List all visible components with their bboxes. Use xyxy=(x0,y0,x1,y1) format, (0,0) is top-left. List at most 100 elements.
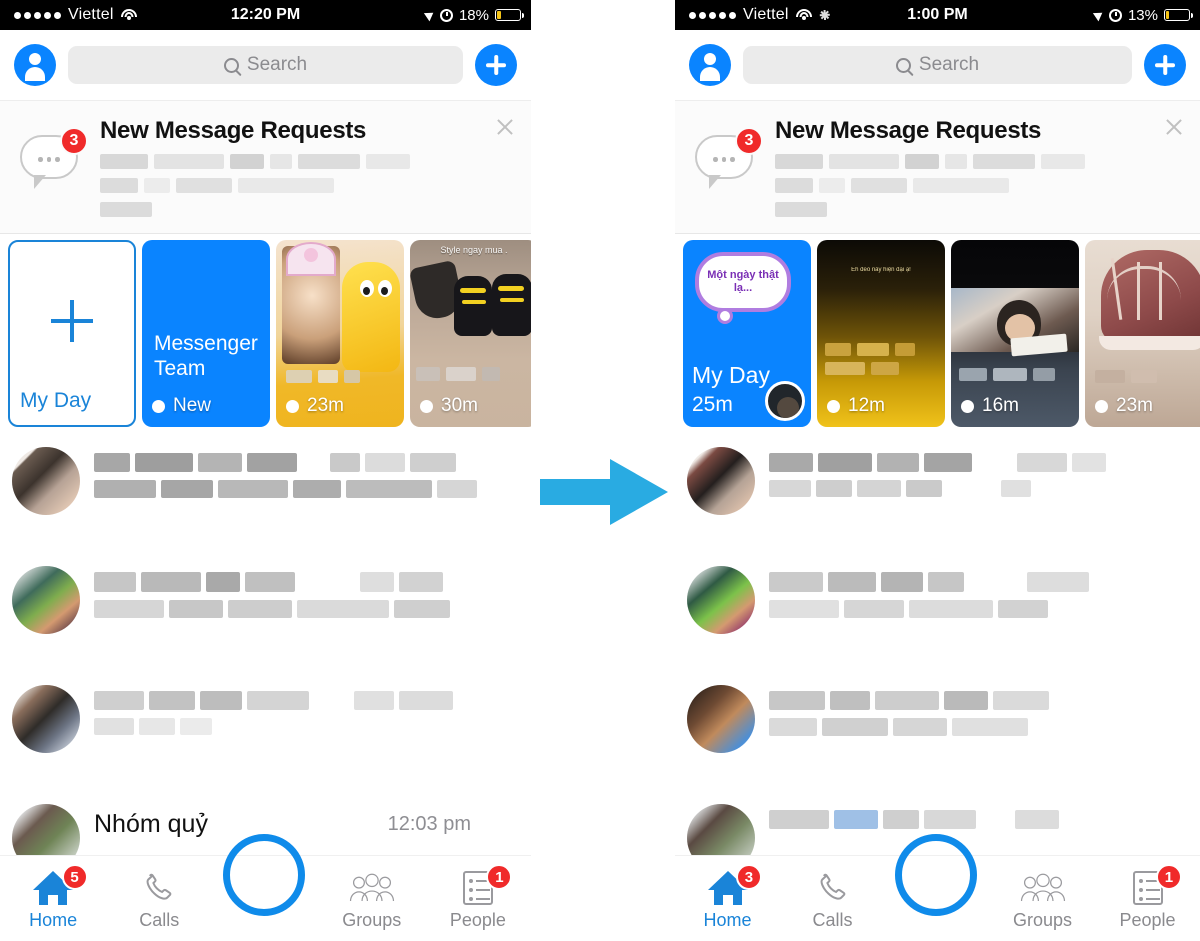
redacted-preview-line-3 xyxy=(775,202,1186,217)
redacted-name-line xyxy=(94,691,517,710)
redacted-message-line xyxy=(769,718,1186,736)
story-thumbnail[interactable]: 23m xyxy=(1085,240,1200,427)
search-icon xyxy=(895,57,911,73)
home-badge: 3 xyxy=(735,864,762,890)
chat-bubble-icon: 3 xyxy=(14,127,88,191)
avatar xyxy=(12,685,80,753)
status-bar: Viettel 1:00 PM 13% xyxy=(675,0,1200,30)
home-icon: 5 xyxy=(0,864,106,908)
redacted-story-caption xyxy=(286,370,360,383)
close-icon[interactable] xyxy=(1164,117,1184,137)
unseen-dot-icon xyxy=(286,399,299,413)
tab-label: Home xyxy=(29,910,78,930)
unseen-dot-icon xyxy=(1095,399,1108,413)
bottom-tab-bar[interactable]: 3 Home Calls Groups 1 People xyxy=(675,834,1200,941)
story-footer: 30m xyxy=(420,395,478,417)
redacted-message-line xyxy=(94,600,517,618)
conversation-row[interactable] xyxy=(675,433,1200,552)
compose-new-message-button[interactable] xyxy=(475,44,517,86)
redacted-message-line xyxy=(94,718,517,735)
story-my-day[interactable]: Một ngày thật lạ... My Day 25m xyxy=(683,240,811,427)
redacted-name-line xyxy=(769,572,1186,592)
tab-label: Groups xyxy=(1012,910,1073,930)
tab-calls[interactable]: Calls xyxy=(780,868,885,931)
tab-people[interactable]: 1 People xyxy=(425,864,531,931)
story-thumbnail[interactable]: 16m xyxy=(951,240,1079,427)
redacted-name-line xyxy=(769,691,1186,710)
battery-percent-label: 18% xyxy=(458,6,489,24)
tab-groups[interactable]: Groups xyxy=(990,868,1095,931)
story-thumbnail[interactable]: 23m xyxy=(276,240,404,427)
tab-label: Calls xyxy=(139,910,180,930)
message-requests-badge: 3 xyxy=(735,127,763,155)
tab-people[interactable]: 1 People xyxy=(1095,864,1200,931)
conversation-preview xyxy=(769,566,1186,626)
story-sticker: Một ngày thật lạ... xyxy=(695,252,791,324)
story-label: My Day xyxy=(20,389,92,412)
conversation-row[interactable] xyxy=(0,552,531,671)
redacted-story-caption xyxy=(416,367,500,381)
redacted-story-caption xyxy=(825,343,925,375)
search-placeholder: Search xyxy=(918,54,980,75)
banner-body: New Message Requests xyxy=(775,115,1186,217)
banner-title: New Message Requests xyxy=(100,117,367,144)
conversation-preview xyxy=(769,447,1186,505)
conversation-preview xyxy=(769,685,1186,744)
close-icon[interactable] xyxy=(495,117,515,137)
story-messenger-team[interactable]: Messenger Team New xyxy=(142,240,270,427)
conversation-row[interactable] xyxy=(0,671,531,790)
people-icon: 1 xyxy=(1095,864,1200,908)
conversation-row[interactable] xyxy=(0,433,531,552)
profile-avatar-icon[interactable] xyxy=(14,44,56,86)
avatar xyxy=(12,447,80,515)
status-bar: Viettel 12:20 PM 18% xyxy=(0,0,531,30)
story-time: 16m xyxy=(982,395,1019,416)
stories-tray[interactable]: Một ngày thật lạ... My Day 25m Eh đeo nà… xyxy=(675,234,1200,433)
tap-highlight-circle xyxy=(895,834,977,916)
unseen-dot-icon xyxy=(827,399,840,413)
phone-icon xyxy=(106,868,212,908)
bottom-tab-bar[interactable]: 5 Home Calls Groups 1 People xyxy=(0,834,531,941)
story-add-my-day[interactable]: My Day xyxy=(8,240,136,427)
conversation-preview xyxy=(769,804,1186,837)
avatar xyxy=(12,566,80,634)
tab-home[interactable]: 5 Home xyxy=(0,864,106,931)
tab-label: Calls xyxy=(812,910,853,930)
compose-new-message-button[interactable] xyxy=(1144,44,1186,86)
tab-label: Home xyxy=(703,910,752,930)
search-input[interactable]: Search xyxy=(68,46,463,84)
status-bar-right: 18% xyxy=(423,6,524,24)
conversation-preview xyxy=(94,566,517,626)
conversation-preview xyxy=(94,685,517,743)
redacted-preview-line-3 xyxy=(100,202,517,217)
conversation-name: Nhóm quỷ xyxy=(94,810,208,838)
tab-groups[interactable]: Groups xyxy=(319,868,425,931)
redacted-name-line xyxy=(769,453,1186,472)
redacted-preview-line-1 xyxy=(775,154,1186,169)
story-caption: Eh đeo này hiện đại ạ! xyxy=(851,267,911,273)
conversation-row[interactable] xyxy=(675,552,1200,671)
story-name: Messenger Team xyxy=(154,332,258,380)
tab-label: People xyxy=(449,910,506,930)
navigation-bar: Search xyxy=(675,30,1200,100)
transition-arrow xyxy=(540,455,670,530)
new-message-requests-banner[interactable]: 3 New Message Requests xyxy=(0,100,531,234)
banner-body: New Message Requests xyxy=(100,115,517,217)
story-time: 23m xyxy=(1116,395,1153,416)
profile-avatar-icon[interactable] xyxy=(689,44,731,86)
story-time: 23m xyxy=(307,395,344,416)
story-label: My Day xyxy=(692,362,770,388)
tab-home[interactable]: 3 Home xyxy=(675,864,780,931)
tab-calls[interactable]: Calls xyxy=(106,868,212,931)
people-badge: 1 xyxy=(486,864,513,890)
battery-percent-label: 13% xyxy=(1127,6,1158,24)
conversation-row[interactable] xyxy=(675,671,1200,790)
story-thumbnail[interactable]: Eh đeo này hiện đại ạ! 12m xyxy=(817,240,945,427)
story-footer: 12m xyxy=(827,395,885,417)
new-message-requests-banner[interactable]: 3 New Message Requests xyxy=(675,100,1200,234)
stories-tray[interactable]: My Day Messenger Team New 23m Style ngay… xyxy=(0,234,531,433)
story-thumbnail[interactable]: Style ngay mua . 30m xyxy=(410,240,531,427)
search-input[interactable]: Search xyxy=(743,46,1132,84)
groups-icon xyxy=(319,868,425,908)
navigation-bar: Search xyxy=(0,30,531,100)
